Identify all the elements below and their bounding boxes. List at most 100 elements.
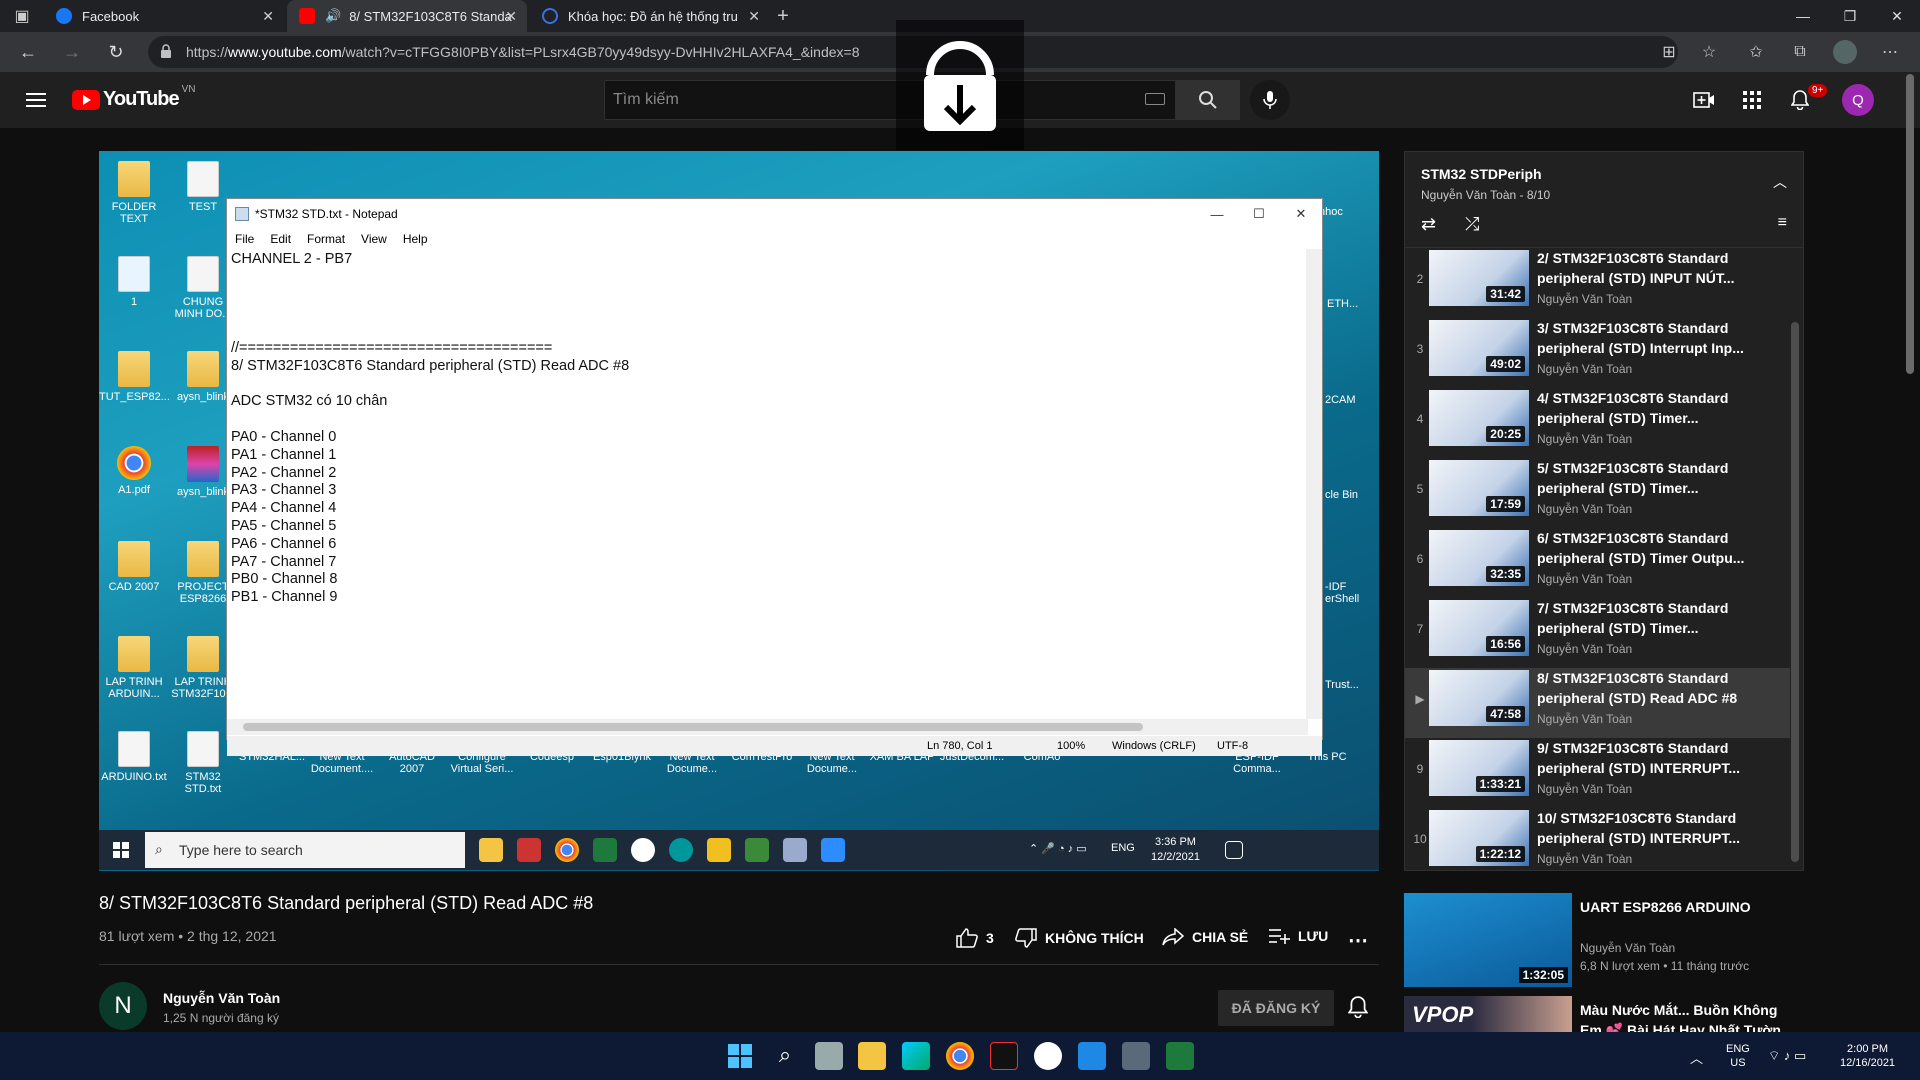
voice-search-button[interactable] [1250,80,1290,120]
desktop-icon[interactable]: A1.pdf [99,446,169,496]
playlist-item[interactable]: 4 20:25 4/ STM32F103C8T6 Standard peripher… [1405,388,1790,458]
playlist-item[interactable]: ▶ 47:58 8/ STM32F103C8T6 Standard peripher… [1405,668,1790,738]
channel-avatar[interactable]: N [99,982,147,1030]
menu-format[interactable]: Format [307,232,345,246]
close-tab-icon[interactable]: ✕ [505,8,517,25]
windows-start-icon[interactable] [113,842,129,858]
youtube-logo[interactable]: YouTube VN [72,84,195,111]
playlist-item[interactable]: 10 1:22:12 10/ STM32F103C8T6 Standard peri… [1405,808,1790,878]
loop-icon[interactable]: ⇄ [1421,214,1436,235]
speaker-icon[interactable]: 🔊 [325,8,341,24]
menu-help[interactable]: Help [403,232,428,246]
tray-icons[interactable]: ⌃ 🎤 ◔ ♪ ▭ [1029,842,1087,855]
video-thumbnail[interactable]: 49:02 [1429,320,1529,376]
minimize-icon[interactable]: — [1196,203,1238,225]
windows-search-box[interactable]: ⌕ Type here to search [145,832,465,868]
page-scrollbar[interactable] [1906,74,1914,374]
video-thumbnail[interactable]: 31:42 [1429,250,1529,306]
download-overlay[interactable] [896,20,1024,150]
playlist-scrollbar[interactable] [1791,322,1799,862]
desktop-icon[interactable]: 1 [99,256,169,308]
hamburger-menu-icon[interactable] [22,86,50,114]
app-icon[interactable] [1034,1042,1062,1070]
create-video-icon[interactable] [1690,86,1718,114]
more-menu-icon[interactable]: ⋯ [1878,40,1902,64]
desktop-icon[interactable]: TUT_ESP82... [99,351,170,403]
app-icon[interactable] [1122,1042,1150,1070]
language-indicator[interactable]: ENG [1111,842,1135,854]
search-button[interactable] [1176,80,1240,120]
video-title[interactable]: 9/ STM32F103C8T6 Standard peripheral (ST… [1537,738,1777,778]
add-favorite-icon[interactable]: ☆ [1697,40,1721,64]
playlist-title[interactable]: STM32 STDPeriph [1421,166,1542,182]
minimize-icon[interactable]: — [1780,0,1826,32]
app-icon[interactable] [707,838,731,862]
edge-icon[interactable] [902,1042,930,1070]
desktop-icon[interactable]: -IDF erShell [1325,581,1379,605]
keyboard-icon[interactable] [1145,93,1165,105]
tiktok-icon[interactable] [990,1042,1018,1070]
video-thumbnail[interactable]: 16:56 [1429,600,1529,656]
subscribed-button[interactable]: ĐÃ ĐĂNG KÝ [1218,990,1334,1026]
playlist-item[interactable]: 9 1:33:21 9/ STM32F103C8T6 Standard periph… [1405,738,1790,808]
new-tab-icon[interactable]: + [771,4,795,28]
recommended-video[interactable]: VPOP Màu Nước Mắt... Buồn Không Em 💕 Bài… [1404,996,1804,1032]
search-icon[interactable]: ⌕ [771,1042,799,1070]
shuffle-icon[interactable]: ⤮ [1465,214,1479,235]
like-button[interactable]: 3 [956,928,994,948]
restore-icon[interactable]: ❐ [1827,0,1873,32]
app-icon[interactable] [517,838,541,862]
video-thumbnail[interactable]: 1:32:05 [1404,893,1572,987]
collapse-chevron-icon[interactable]: ︿ [1773,172,1787,192]
dislike-button[interactable]: KHÔNG THÍCH [1015,928,1144,948]
desktop-icon[interactable]: Trust... [1325,679,1379,691]
desktop-icon[interactable]: 2CAM [1325,394,1375,406]
file-explorer-icon[interactable] [479,838,503,862]
more-actions-icon[interactable]: ⋯ [1348,928,1368,953]
notification-bell-icon[interactable] [1347,996,1369,1023]
video-thumbnail[interactable]: 17:59 [1429,460,1529,516]
playlist-item[interactable]: 2 31:42 2/ STM32F103C8T6 Standard peripher… [1405,248,1790,318]
zoom-icon[interactable] [821,838,845,862]
playlist-item[interactable]: 7 16:56 7/ STM32F103C8T6 Standard peripher… [1405,598,1790,668]
chrome-icon[interactable] [946,1042,974,1070]
video-title[interactable]: Màu Nước Mắt... Buồn Không Em 💕 Bài Hát … [1580,1000,1800,1032]
tab-youtube-active[interactable]: 🔊 8/ STM32F103C8T6 Standa ✕ [287,0,527,32]
video-title[interactable]: 5/ STM32F103C8T6 Standard peripheral (ST… [1537,458,1777,498]
scroll-thumb[interactable] [243,723,1143,731]
network-volume-battery-icons[interactable]: ⌔ ♪ ▭ [1768,1048,1806,1064]
read-mode-icon[interactable]: ⊞ [1657,40,1681,64]
video-title[interactable]: 7/ STM32F103C8T6 Standard peripheral (ST… [1537,598,1777,638]
playlist-item[interactable]: 5 17:59 5/ STM32F103C8T6 Standard peripher… [1405,458,1790,528]
lock-icon[interactable] [160,44,172,58]
video-thumbnail[interactable]: 20:25 [1429,390,1529,446]
apps-grid-icon[interactable] [1738,86,1766,114]
share-button[interactable]: CHIA SẺ [1162,928,1248,946]
desktop-icon[interactable]: cle Bin [1325,489,1379,501]
zalo-icon[interactable] [631,838,655,862]
vertical-scrollbar[interactable] [1306,249,1322,719]
close-tab-icon[interactable]: ✕ [748,8,760,25]
notepad-icon[interactable] [783,838,807,862]
arduino-icon[interactable] [669,838,693,862]
recommended-video[interactable]: 1:32:05 UART ESP8266 ARDUINO Nguyễn Văn … [1404,893,1804,987]
file-explorer-icon[interactable] [858,1042,886,1070]
search-input[interactable]: Tìm kiếm [604,80,1176,120]
system-clock[interactable]: 2:00 PM 12/16/2021 [1840,1042,1895,1070]
notepad-titlebar[interactable]: *STM32 STD.txt - Notepad — ☐ ✕ [227,199,1322,229]
video-player[interactable]: FOLDER TEXT TEST 1 CHUNG MINH DO... TUT_… [99,151,1379,871]
save-button[interactable]: LƯU [1268,928,1328,944]
clock[interactable]: 3:36 PM 12/2/2021 [1151,835,1200,865]
video-title[interactable]: 4/ STM32F103C8T6 Standard peripheral (ST… [1537,388,1777,428]
playlist-item[interactable]: 6 32:35 6/ STM32F103C8T6 Standard peripher… [1405,528,1790,598]
close-icon[interactable]: ✕ [1280,203,1322,225]
menu-view[interactable]: View [361,232,387,246]
desktop-icon[interactable]: nhoc [1319,206,1369,218]
account-avatar[interactable]: Q [1842,84,1874,116]
favorites-icon[interactable]: ✩ [1744,40,1768,64]
menu-edit[interactable]: Edit [270,232,291,246]
task-view-icon[interactable] [815,1042,843,1070]
video-thumbnail[interactable]: 47:58 [1429,670,1529,726]
video-title[interactable]: 8/ STM32F103C8T6 Standard peripheral (ST… [1537,668,1777,708]
video-thumbnail[interactable]: VPOP [1404,996,1572,1032]
